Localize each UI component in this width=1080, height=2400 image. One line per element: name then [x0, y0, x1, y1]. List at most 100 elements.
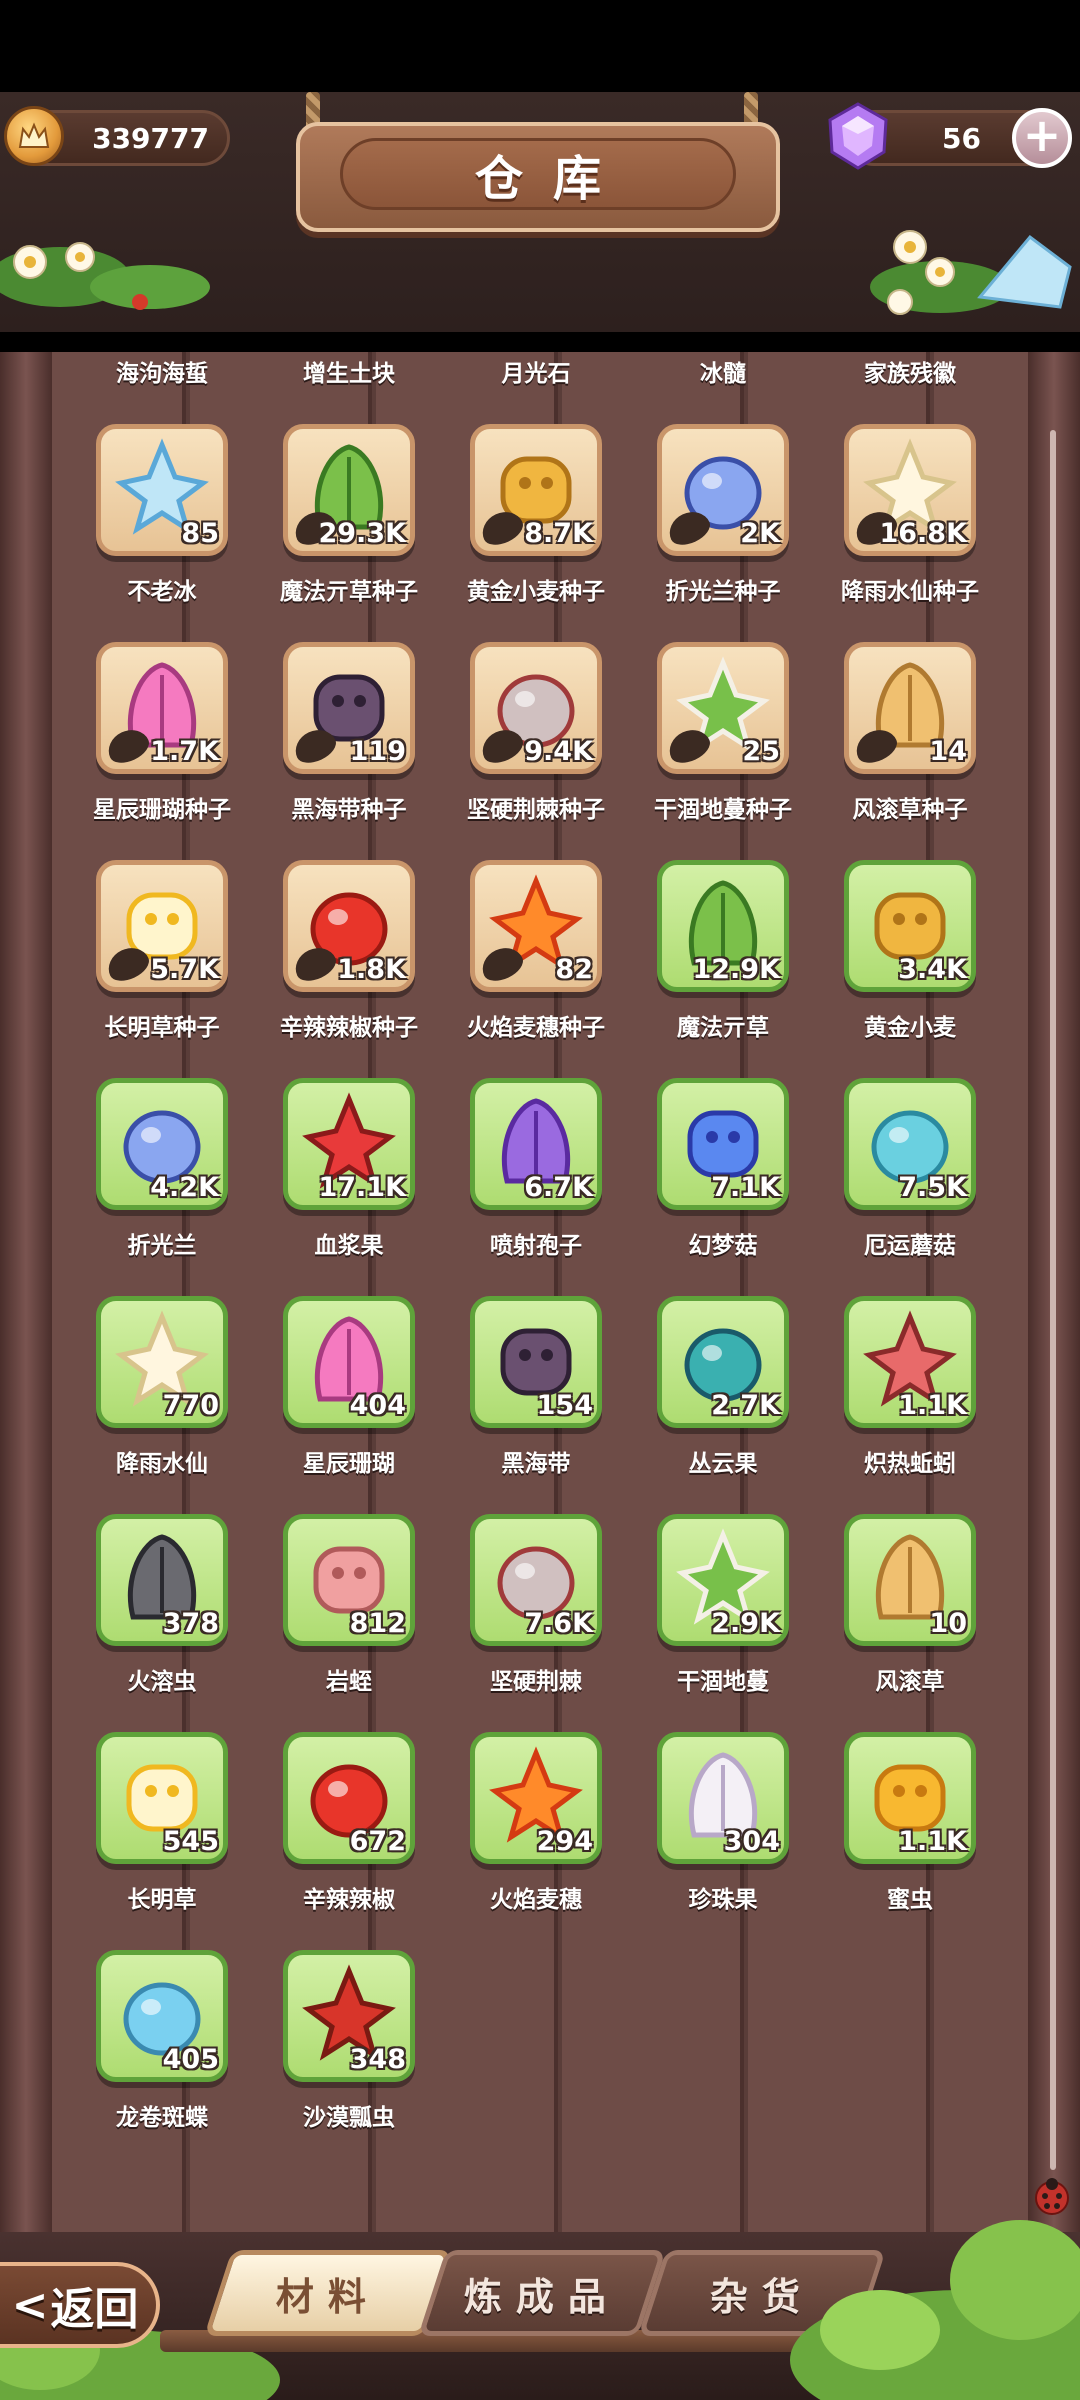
item-name: 丛云果 — [688, 1451, 758, 1477]
item-tile[interactable]: 154 — [470, 1296, 602, 1428]
inventory-item[interactable]: 5.7K 长明草种子 — [96, 860, 228, 1041]
inventory-item[interactable]: 7.1K 幻梦菇 — [657, 1078, 789, 1259]
item-tile[interactable]: 14 — [844, 642, 976, 774]
item-tile[interactable]: 4.2K — [96, 1078, 228, 1210]
inventory-item[interactable]: 1.7K 星辰珊瑚种子 — [93, 642, 231, 823]
inventory-item[interactable]: 2.7K 丛云果 — [657, 1296, 789, 1477]
item-tile[interactable]: 10 — [844, 1514, 976, 1646]
inventory-scroll-area[interactable]: 66海泃海蜇69增生土块140月光石142冰髓102家族残徽85不老冰29.3K… — [56, 352, 1028, 2232]
item-name: 折光兰种子 — [665, 579, 781, 605]
inventory-item[interactable]: 404 星辰珊瑚 — [283, 1296, 415, 1477]
item-tile[interactable]: 2.7K — [657, 1296, 789, 1428]
status-bar — [0, 0, 1080, 92]
item-tile[interactable]: 348 — [283, 1950, 415, 2082]
scrollbar-track[interactable] — [1050, 430, 1056, 2170]
inventory-item[interactable]: 7.5K 厄运蘑菇 — [844, 1078, 976, 1259]
inventory-item[interactable]: 82 火焰麦穗种子 — [467, 860, 605, 1041]
item-name: 干涸地蔓种子 — [654, 797, 792, 823]
item-tile[interactable]: 7.1K — [657, 1078, 789, 1210]
item-tile[interactable]: 9.4K — [470, 642, 602, 774]
back-button[interactable]: < 返回 — [0, 2262, 160, 2348]
item-name: 降雨水仙种子 — [841, 579, 979, 605]
item-tile[interactable]: 378 — [96, 1514, 228, 1646]
item-tile[interactable]: 2K — [657, 424, 789, 556]
item-tile[interactable]: 770 — [96, 1296, 228, 1428]
item-tile[interactable]: 1.1K — [844, 1732, 976, 1864]
inventory-item[interactable]: 812 岩蛭 — [283, 1514, 415, 1695]
item-tile[interactable]: 545 — [96, 1732, 228, 1864]
inventory-item[interactable]: 294 火焰麦穗 — [470, 1732, 602, 1913]
item-tile[interactable]: 7.5K — [844, 1078, 976, 1210]
item-tile[interactable]: 8.7K — [470, 424, 602, 556]
inventory-item[interactable]: 25 干涸地蔓种子 — [654, 642, 792, 823]
item-tile[interactable]: 294 — [470, 1732, 602, 1864]
inventory-item[interactable]: 85 不老冰 — [96, 424, 228, 605]
inventory-item[interactable]: 14 风滚草种子 — [844, 642, 976, 823]
add-gems-button[interactable]: + — [1012, 108, 1072, 168]
item-name: 火焰麦穗 — [490, 1887, 582, 1913]
inventory-item[interactable]: 29.3K 魔法亓草种子 — [280, 424, 418, 605]
item-count: 1.1K — [898, 1826, 967, 1857]
inventory-item[interactable]: 6.7K 喷射孢子 — [470, 1078, 602, 1259]
item-tile[interactable]: 82 — [470, 860, 602, 992]
inventory-item[interactable]: 4.2K 折光兰 — [96, 1078, 228, 1259]
item-tile[interactable]: 1.7K — [96, 642, 228, 774]
item-count: 14 — [929, 736, 967, 767]
inventory-item[interactable]: 405 龙卷斑蝶 — [96, 1950, 228, 2131]
item-tile[interactable]: 672 — [283, 1732, 415, 1864]
item-tile[interactable]: 12.9K — [657, 860, 789, 992]
item-name: 长明草种子 — [104, 1015, 220, 1041]
tab-products[interactable]: 炼成品 — [418, 2250, 666, 2336]
item-tile[interactable]: 17.1K — [283, 1078, 415, 1210]
item-tile[interactable]: 119 — [283, 642, 415, 774]
item-tile[interactable]: 29.3K — [283, 424, 415, 556]
item-tile[interactable]: 6.7K — [470, 1078, 602, 1210]
inventory-item[interactable]: 119 黑海带种子 — [283, 642, 415, 823]
item-tile[interactable]: 1.1K — [844, 1296, 976, 1428]
inventory-item[interactable]: 348 沙漠瓢虫 — [283, 1950, 415, 2131]
inventory-item[interactable]: 154 黑海带 — [470, 1296, 602, 1477]
inventory-item[interactable]: 2.9K 干涸地蔓 — [657, 1514, 789, 1695]
item-count: 3.4K — [898, 954, 967, 985]
inventory-item[interactable]: 1.1K 蜜虫 — [844, 1732, 976, 1913]
inventory-item[interactable]: 672 辛辣辣椒 — [283, 1732, 415, 1913]
item-tile[interactable]: 16.8K — [844, 424, 976, 556]
inventory-item[interactable]: 10 风滚草 — [844, 1514, 976, 1695]
item-tile[interactable]: 3.4K — [844, 860, 976, 992]
bush-decoration-right — [790, 2220, 1080, 2400]
item-tile[interactable]: 7.6K — [470, 1514, 602, 1646]
inventory-item[interactable]: 770 降雨水仙 — [96, 1296, 228, 1477]
gem-icon — [828, 102, 888, 170]
item-tile[interactable]: 1.8K — [283, 860, 415, 992]
item-tile[interactable]: 2.9K — [657, 1514, 789, 1646]
item-name: 珍珠果 — [688, 1887, 758, 1913]
item-tile[interactable]: 85 — [96, 424, 228, 556]
inventory-item[interactable]: 2K 折光兰种子 — [657, 424, 789, 605]
inventory-item[interactable]: 545 长明草 — [96, 1732, 228, 1913]
item-name: 火焰麦穗种子 — [467, 1015, 605, 1041]
inventory-item[interactable]: 9.4K 坚硬荆棘种子 — [467, 642, 605, 823]
inventory-item[interactable]: 12.9K 魔法亓草 — [657, 860, 789, 1041]
inventory-item[interactable]: 7.6K 坚硬荆棘 — [470, 1514, 602, 1695]
inventory-item[interactable]: 8.7K 黄金小麦种子 — [467, 424, 605, 605]
item-tile[interactable]: 812 — [283, 1514, 415, 1646]
item-name: 魔法亓草种子 — [280, 579, 418, 605]
item-tile[interactable]: 405 — [96, 1950, 228, 2082]
item-tile[interactable]: 25 — [657, 642, 789, 774]
item-name: 炽热蚯蚓 — [864, 1451, 956, 1477]
item-tile[interactable]: 5.7K — [96, 860, 228, 992]
item-count: 85 — [181, 518, 219, 549]
inventory-item[interactable]: 378 火溶虫 — [96, 1514, 228, 1695]
inventory-item[interactable]: 1.8K 辛辣辣椒种子 — [280, 860, 418, 1041]
item-count: 119 — [349, 736, 406, 767]
inventory-item[interactable]: 304 珍珠果 — [657, 1732, 789, 1913]
item-tile[interactable]: 304 — [657, 1732, 789, 1864]
item-count: 1.8K — [337, 954, 406, 985]
inventory-item[interactable]: 3.4K 黄金小麦 — [844, 860, 976, 1041]
item-tile[interactable]: 404 — [283, 1296, 415, 1428]
tab-materials[interactable]: 材料 — [204, 2250, 452, 2336]
inventory-item[interactable]: 16.8K 降雨水仙种子 — [841, 424, 979, 605]
item-count: 7.6K — [524, 1608, 593, 1639]
inventory-item[interactable]: 1.1K 炽热蚯蚓 — [844, 1296, 976, 1477]
inventory-item[interactable]: 17.1K 血浆果 — [283, 1078, 415, 1259]
